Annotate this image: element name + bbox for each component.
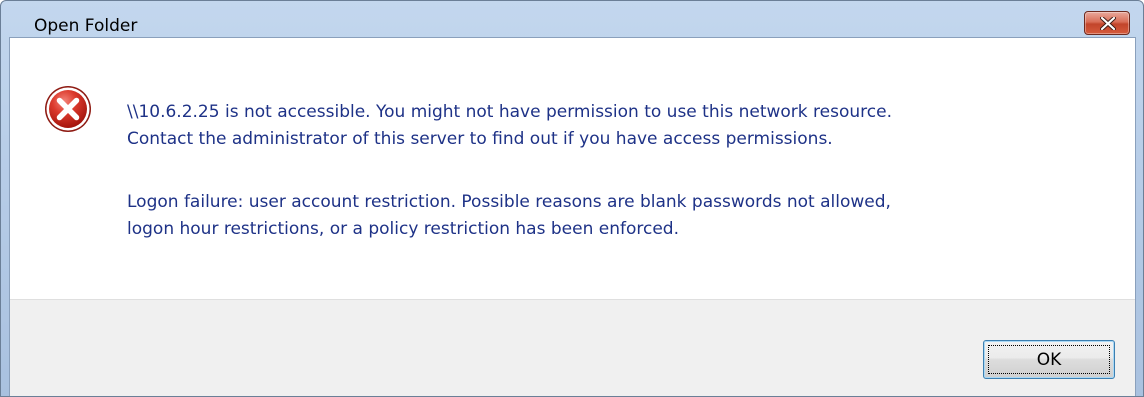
message-line: \\10.6.2.25 is not accessible. You might… <box>127 102 892 122</box>
message-line: logon hour restrictions, or a policy res… <box>127 219 679 239</box>
message-line: Logon failure: user account restriction.… <box>127 192 891 212</box>
close-button[interactable] <box>1084 11 1130 35</box>
ok-button-label: OK <box>1036 350 1062 370</box>
dialog-window: Open Folder \\10.6.2.25 is not accessibl… <box>0 0 1144 397</box>
window-title: Open Folder <box>34 16 138 36</box>
error-message-secondary: Logon failure: user account restriction.… <box>127 189 1087 243</box>
close-icon <box>1100 17 1116 30</box>
message-line: Contact the administrator of this server… <box>127 129 833 149</box>
error-icon <box>45 86 91 132</box>
error-message-primary: \\10.6.2.25 is not accessible. You might… <box>127 99 1087 153</box>
message-area: \\10.6.2.25 is not accessible. You might… <box>10 38 1135 298</box>
title-bar[interactable]: Open Folder <box>1 1 1143 37</box>
button-bar: OK <box>10 299 1135 396</box>
ok-button[interactable]: OK <box>983 340 1115 379</box>
dialog-client-area: \\10.6.2.25 is not accessible. You might… <box>9 37 1136 396</box>
